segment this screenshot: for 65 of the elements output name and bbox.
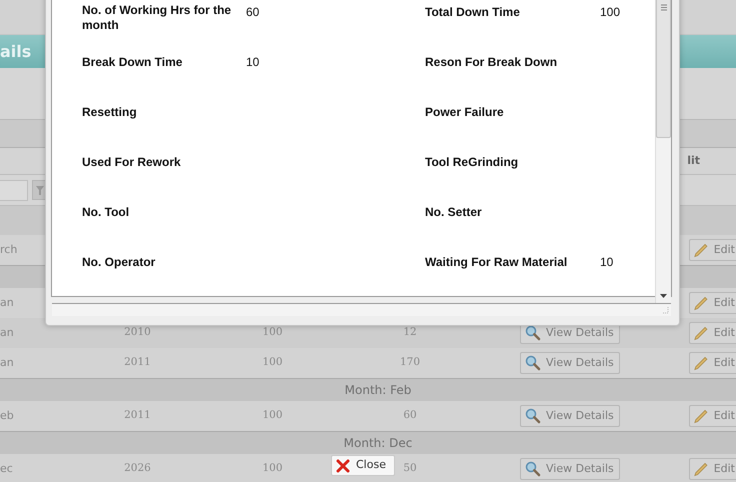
group-header: Month: Dec <box>344 435 412 452</box>
table-cell: 60 <box>403 409 417 422</box>
pencil-icon <box>693 242 710 258</box>
table-cell: 2011 <box>124 409 151 422</box>
field-value: 10 <box>246 55 260 69</box>
field-label: No. Setter <box>425 205 482 220</box>
grip-icon <box>660 4 666 11</box>
magnifier-icon <box>525 355 541 371</box>
edit-button[interactable]: Edit <box>689 322 736 344</box>
edit-button[interactable]: Edit <box>689 292 736 314</box>
scroll-down-icon[interactable] <box>660 294 667 298</box>
column-header: lit <box>687 152 700 169</box>
close-icon <box>336 458 350 472</box>
edit-button[interactable]: Edit <box>689 458 736 480</box>
view-details-button[interactable]: View Details <box>520 405 620 427</box>
month-cell: an <box>0 326 14 339</box>
field-label: No. Operator <box>82 255 156 270</box>
edit-button[interactable]: Edit <box>689 405 736 427</box>
field-value: 10 <box>600 255 614 269</box>
table-cell: 12 <box>403 326 417 338</box>
month-cell: ec <box>0 462 13 475</box>
magnifier-icon <box>525 461 541 477</box>
field-label: Used For Rework <box>82 155 181 170</box>
view-details-button[interactable]: View Details <box>520 352 620 374</box>
pencil-icon <box>693 295 710 311</box>
pencil-icon <box>693 408 710 424</box>
pencil-icon <box>693 325 710 341</box>
field-label: No. Tool <box>82 205 130 220</box>
month-cell: an <box>0 356 14 369</box>
magnifier-icon <box>525 408 541 424</box>
field-label: No. of Working Hrs for the month <box>82 3 232 33</box>
page-title: ails <box>0 40 32 62</box>
close-button[interactable]: Close <box>331 455 395 476</box>
table-cell: 2011 <box>124 356 151 368</box>
resize-grip-icon[interactable] <box>661 306 669 314</box>
scroll-thumb[interactable] <box>656 0 671 138</box>
pencil-icon <box>693 355 710 371</box>
table-cell: 2010 <box>124 326 151 338</box>
magnifier-icon <box>525 325 541 341</box>
field-value: 60 <box>246 5 260 19</box>
field-label: Waiting For Raw Material <box>425 255 568 270</box>
table-cell: 50 <box>403 462 417 474</box>
edit-button[interactable]: Edit <box>689 239 736 261</box>
table-cell: 100 <box>262 326 283 338</box>
table-cell: 2026 <box>124 462 151 474</box>
pencil-icon <box>693 461 710 477</box>
month-cell: an <box>0 296 14 309</box>
search-text: rch <box>0 242 18 256</box>
table-cell: 100 <box>262 462 283 474</box>
field-label: Break Down Time <box>82 55 182 70</box>
field-value: 100 <box>600 5 620 19</box>
field-label: Total Down Time <box>425 5 520 20</box>
view-details-button[interactable]: View Details <box>520 458 620 480</box>
table-cell: 100 <box>262 356 283 368</box>
month-cell: eb <box>0 408 14 422</box>
field-label: Reson For Break Down <box>425 55 558 70</box>
field-label: Resetting <box>82 105 137 120</box>
edit-button[interactable]: Edit <box>689 352 736 374</box>
field-label: Power Failure <box>425 105 504 120</box>
table-cell: 100 <box>262 409 283 422</box>
table-cell: 170 <box>400 356 420 368</box>
group-header: Month: Feb <box>344 382 412 399</box>
field-label: Tool ReGrinding <box>425 155 518 170</box>
filter-field[interactable] <box>0 180 28 200</box>
scrollbar[interactable] <box>655 0 671 303</box>
